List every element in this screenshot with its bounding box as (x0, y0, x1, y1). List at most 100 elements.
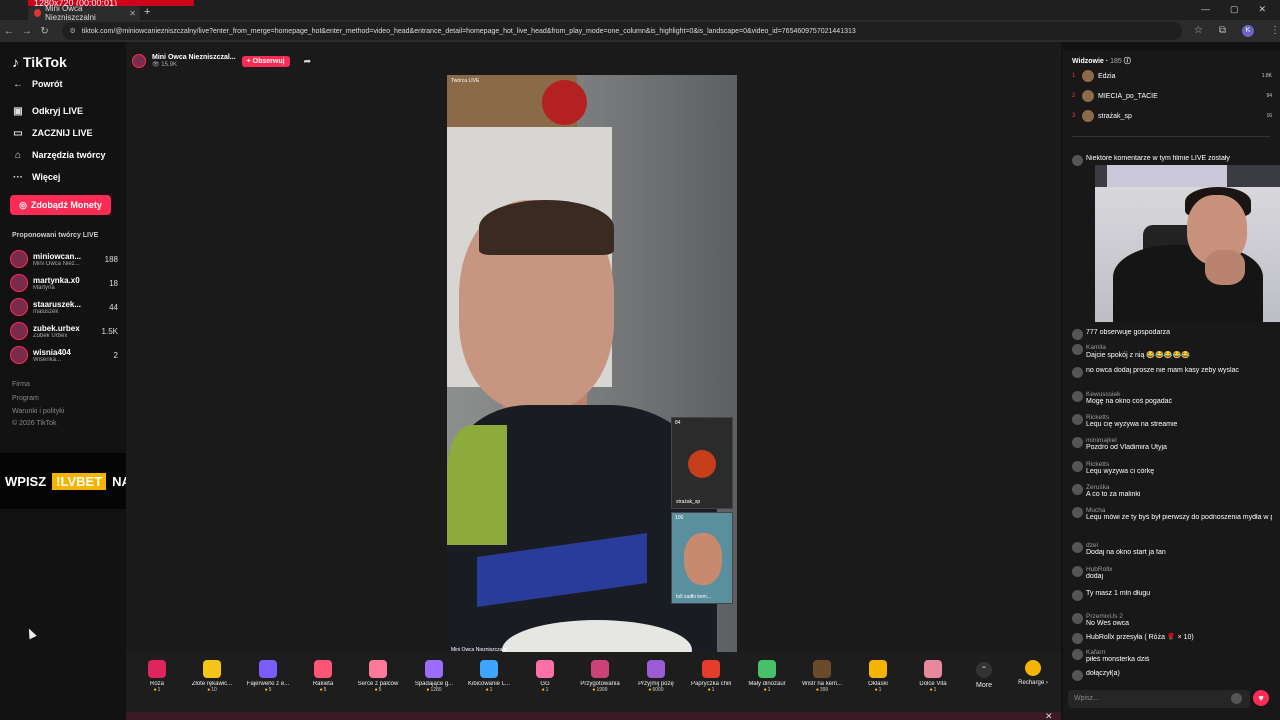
guest-tile[interactable]: 84 strażak_sp (671, 417, 733, 509)
gift-icon (369, 660, 387, 678)
extensions-icon[interactable]: ⧉ (1219, 25, 1226, 37)
gift-price: 10 (187, 687, 237, 693)
gift-price: 5 (298, 687, 348, 693)
chat-username[interactable]: Zeruśka (1086, 484, 1272, 491)
avatar[interactable] (1072, 329, 1083, 340)
avatar[interactable] (1072, 649, 1083, 660)
gift-item[interactable]: Serce z palców5 (353, 660, 403, 693)
footer-link-program[interactable]: Program (12, 395, 39, 402)
gift-item[interactable]: Rakieta5 (298, 660, 348, 693)
guest-tile[interactable]: 100 ból sadło kem... (671, 512, 733, 604)
gift-item[interactable]: Kibicowanie L...1 (464, 660, 514, 693)
avatar[interactable] (1072, 367, 1083, 378)
gift-item[interactable]: Róża1 (132, 660, 182, 693)
avatar[interactable] (1072, 414, 1083, 425)
avatar[interactable] (1072, 461, 1083, 472)
new-tab-icon[interactable]: + (144, 6, 150, 18)
sidebar-item-back[interactable]: ← Powrót (12, 78, 63, 90)
suggested-creator-item[interactable]: martynka.x0 Martyna 18 (10, 273, 118, 293)
gift-item[interactable]: Przygotowania1999 (575, 660, 625, 693)
avatar[interactable] (1072, 344, 1083, 355)
more-gifts-button[interactable]: ⌃ More (969, 662, 999, 689)
avatar (1082, 90, 1094, 102)
suggested-creator-item[interactable]: miniowcan... Mini Owca Niez... 188 (10, 249, 118, 269)
close-window-icon[interactable]: ✕ (1258, 4, 1266, 15)
avatar[interactable] (1072, 590, 1083, 601)
tiktok-logo[interactable]: ♪ TikTok (12, 54, 67, 70)
gift-item[interactable]: Spadające g...1280 (409, 660, 459, 693)
site-info-icon[interactable]: ⚙ (70, 27, 76, 35)
chat-username[interactable]: Mucha (1086, 507, 1272, 514)
gift-item[interactable]: Przyjmij pozę6000 (631, 660, 681, 693)
chat-username[interactable]: HubRollx (1086, 566, 1272, 573)
top-viewer[interactable]: 2 MIECIA_po_TACIE 94 (1072, 89, 1272, 103)
gift-item[interactable]: Fajerwerki z e...5 (243, 660, 293, 693)
get-coins-button[interactable]: ◎ Zdobądź Monety (10, 195, 111, 215)
gift-item[interactable]: Oklaski1 (853, 660, 903, 693)
avatar[interactable] (1072, 391, 1083, 402)
footer-link-company[interactable]: Firma (12, 381, 30, 388)
avatar[interactable] (1072, 507, 1083, 518)
chat-input[interactable]: Wpisz... (1068, 690, 1250, 708)
suggested-creator-item[interactable]: wisnia404 Wiśenka... 2 (10, 345, 118, 365)
follow-button[interactable]: + Obserwuj (241, 55, 290, 67)
sidebar-item-go-live[interactable]: ▭ ZACZNIJ LIVE (12, 127, 92, 139)
chat-username[interactable]: Ricketts (1086, 461, 1272, 468)
avatar[interactable] (1072, 437, 1083, 448)
recharge-button[interactable]: Recharge › (1013, 660, 1053, 686)
chat-username[interactable]: Kewusssiek (1086, 391, 1272, 398)
host-bar: Mini Owca Niezniszczal... 👁 15.9K + Obse… (132, 54, 311, 68)
avatar (10, 322, 28, 340)
chat-username[interactable]: Kafarrr (1086, 649, 1272, 656)
maximize-icon[interactable]: ▢ (1230, 4, 1239, 15)
profile-avatar[interactable]: K (1242, 25, 1254, 37)
avatar[interactable] (1072, 542, 1083, 553)
sidebar-item-more[interactable]: ··· Więcej (12, 171, 60, 183)
reload-icon[interactable]: ↻ (36, 26, 54, 37)
sidebar-item-discover-live[interactable]: ▣ Odkryj LIVE (12, 105, 83, 117)
sidebar-item-creator-tools[interactable]: ⌂ Narzędzia twórcy (12, 149, 106, 161)
bookmark-star-icon[interactable]: ☆ (1194, 25, 1203, 37)
tab-close-icon[interactable]: ✕ (129, 9, 136, 18)
gift-item[interactable]: GG1 (520, 660, 570, 693)
close-icon[interactable]: ✕ (1045, 711, 1053, 720)
browser-tab[interactable]: Mini Owca Niezniszczalni ✕ (28, 4, 140, 22)
back-nav-icon[interactable]: ← (0, 26, 18, 37)
suggested-creator-item[interactable]: staaruszek... maluszek 44 (10, 297, 118, 317)
avatar[interactable] (1072, 633, 1083, 644)
avatar[interactable] (1072, 566, 1083, 577)
host-avatar[interactable] (132, 54, 146, 68)
gift-item[interactable]: Wistr na kem...399 (797, 660, 847, 693)
gift-price: 5 (243, 687, 293, 693)
gift-item[interactable]: Mały dinozaur1 (742, 660, 792, 693)
chat-text: Pozdro od Vladimira Utyja (1086, 444, 1167, 451)
share-icon[interactable]: ➦ (304, 56, 312, 67)
chat-username[interactable]: Kamila (1086, 344, 1272, 351)
forward-nav-icon[interactable]: → (18, 26, 36, 37)
chat-username[interactable]: dzel (1086, 542, 1272, 549)
chat-username[interactable]: Ricketts (1086, 414, 1272, 421)
suggested-creator-item[interactable]: zubek.urbex Zubek Urbex 1.5K (10, 321, 118, 341)
host-name[interactable]: Mini Owca Niezniszczal... (152, 54, 236, 61)
avatar[interactable] (1072, 484, 1083, 495)
gift-item[interactable]: Dolce Vita1 (908, 660, 958, 693)
avatar[interactable] (1072, 613, 1083, 624)
top-viewer[interactable]: 1 Edzia 1.8K (1072, 69, 1272, 83)
chat-text: dołączył(a) (1086, 670, 1120, 677)
viewer-count: 44 (109, 302, 118, 312)
top-viewer[interactable]: 3 strażak_sp 16 (1072, 109, 1272, 123)
menu-kebab-icon[interactable]: ⋮ (1270, 25, 1280, 37)
chat-message: dołączył(a) (1072, 670, 1272, 681)
chat-username[interactable]: PrzemixUs 2 (1086, 613, 1272, 620)
minimize-icon[interactable]: — (1201, 4, 1210, 15)
emoji-icon[interactable] (1231, 693, 1242, 704)
footer-link-terms[interactable]: Warunki i polityki (12, 408, 64, 415)
viewer-count: 18 (109, 278, 118, 288)
avatar[interactable] (1072, 670, 1083, 681)
avatar[interactable] (1072, 155, 1083, 166)
chat-username[interactable]: minimajkel (1086, 437, 1272, 444)
gift-item[interactable]: Złote rękawic...10 (187, 660, 237, 693)
like-heart-icon[interactable]: ♥ (1253, 690, 1269, 706)
gift-item[interactable]: Papryczka chili1 (686, 660, 736, 693)
url-field[interactable]: ⚙ tiktok.com/@miniowcaniezniszczalny/liv… (61, 22, 1182, 40)
